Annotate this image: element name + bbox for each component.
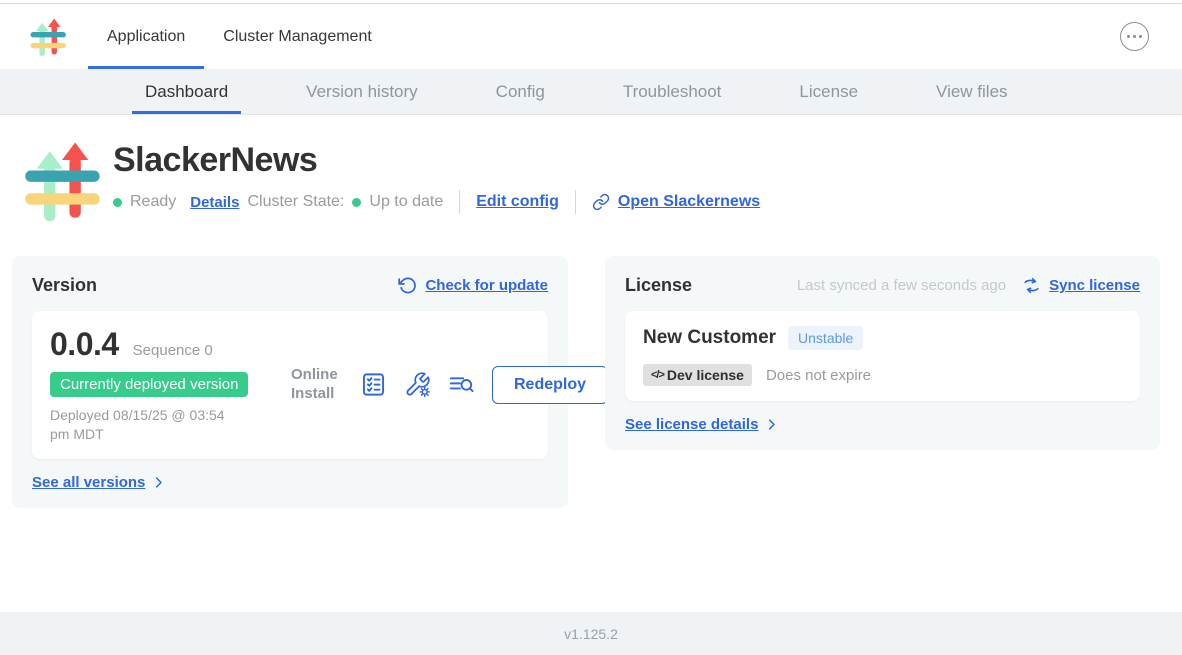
deployed-timestamp: Deployed 08/15/25 @ 03:54 pm MDT — [50, 406, 235, 444]
dashboard-cards: Version Check for update 0.0.4 Sequence … — [0, 256, 1182, 508]
link-icon — [592, 193, 610, 211]
code-icon: </> — [651, 369, 664, 381]
console-version: v1.125.2 — [564, 626, 618, 642]
ready-status-text: Ready — [130, 193, 176, 211]
subnav-license[interactable]: License — [786, 69, 871, 114]
status-row: Ready Details Cluster State: Up to date … — [113, 190, 760, 214]
primary-tabs: Application Cluster Management — [88, 4, 391, 69]
ready-status-dot — [113, 198, 122, 207]
version-card-title: Version — [32, 275, 97, 296]
cluster-state-dot — [352, 198, 361, 207]
chevron-right-icon — [151, 475, 166, 490]
view-logs-search-icon[interactable] — [448, 371, 475, 398]
subnav-config[interactable]: Config — [483, 69, 558, 114]
license-type-badge: </> Dev license — [643, 364, 752, 386]
page-title: SlackerNews — [113, 139, 760, 181]
preflight-checklist-icon[interactable] — [360, 371, 387, 398]
subnav-version-history[interactable]: Version history — [293, 69, 431, 114]
version-number: 0.0.4 — [50, 326, 119, 363]
see-all-versions-link[interactable]: See all versions — [32, 474, 145, 491]
subnav-view-files[interactable]: View files — [923, 69, 1021, 114]
see-license-details-link[interactable]: See license details — [625, 416, 758, 433]
refresh-icon — [398, 276, 417, 295]
divider — [575, 190, 576, 214]
footer: v1.125.2 — [0, 612, 1182, 655]
app-hero: SlackerNews Ready Details Cluster State:… — [0, 115, 1182, 256]
customer-name: New Customer — [643, 327, 776, 349]
details-link[interactable]: Details — [190, 194, 239, 211]
chevron-right-icon — [764, 417, 779, 432]
last-synced-text: Last synced a few seconds ago — [797, 277, 1006, 294]
current-version-panel: 0.0.4 Sequence 0 Currently deployed vers… — [32, 311, 548, 459]
tab-application[interactable]: Application — [88, 4, 204, 69]
cluster-state-text: Up to date — [369, 193, 443, 211]
deployed-badge: Currently deployed version — [50, 372, 248, 397]
subnav-troubleshoot[interactable]: Troubleshoot — [610, 69, 735, 114]
version-sequence: Sequence 0 — [133, 342, 213, 359]
ellipsis-dot — [1139, 35, 1143, 39]
license-detail-panel: New Customer Unstable </> Dev license Do… — [625, 311, 1140, 401]
sync-license-link[interactable]: Sync license — [1049, 277, 1140, 294]
subnav-dashboard[interactable]: Dashboard — [132, 69, 241, 114]
ellipsis-dot — [1127, 35, 1131, 39]
sync-icon — [1022, 276, 1041, 295]
open-app-link[interactable]: Open Slackernews — [618, 193, 760, 211]
ellipsis-menu-button[interactable] — [1120, 22, 1149, 51]
license-type-text: Dev license — [667, 367, 744, 383]
license-card: License Last synced a few seconds ago Sy… — [605, 256, 1160, 450]
license-card-title: License — [625, 275, 692, 296]
check-for-update-link[interactable]: Check for update — [425, 277, 548, 294]
install-type-label: Online Install — [291, 366, 343, 404]
ellipsis-dot — [1133, 35, 1137, 39]
secondary-nav: Dashboard Version history Config Trouble… — [0, 69, 1182, 115]
tab-cluster-management[interactable]: Cluster Management — [204, 4, 391, 69]
channel-badge: Unstable — [788, 326, 863, 350]
divider — [459, 190, 460, 214]
app-logo-icon — [28, 16, 68, 58]
main-header: Application Cluster Management — [0, 4, 1182, 69]
app-logo-large-icon — [20, 137, 104, 225]
redeploy-button[interactable]: Redeploy — [492, 366, 608, 404]
edit-config-link[interactable]: Edit config — [476, 193, 559, 211]
version-card: Version Check for update 0.0.4 Sequence … — [12, 256, 568, 508]
expiry-text: Does not expire — [766, 367, 871, 384]
cluster-state-label: Cluster State: — [247, 193, 344, 211]
config-wrench-gear-icon[interactable] — [404, 371, 431, 398]
